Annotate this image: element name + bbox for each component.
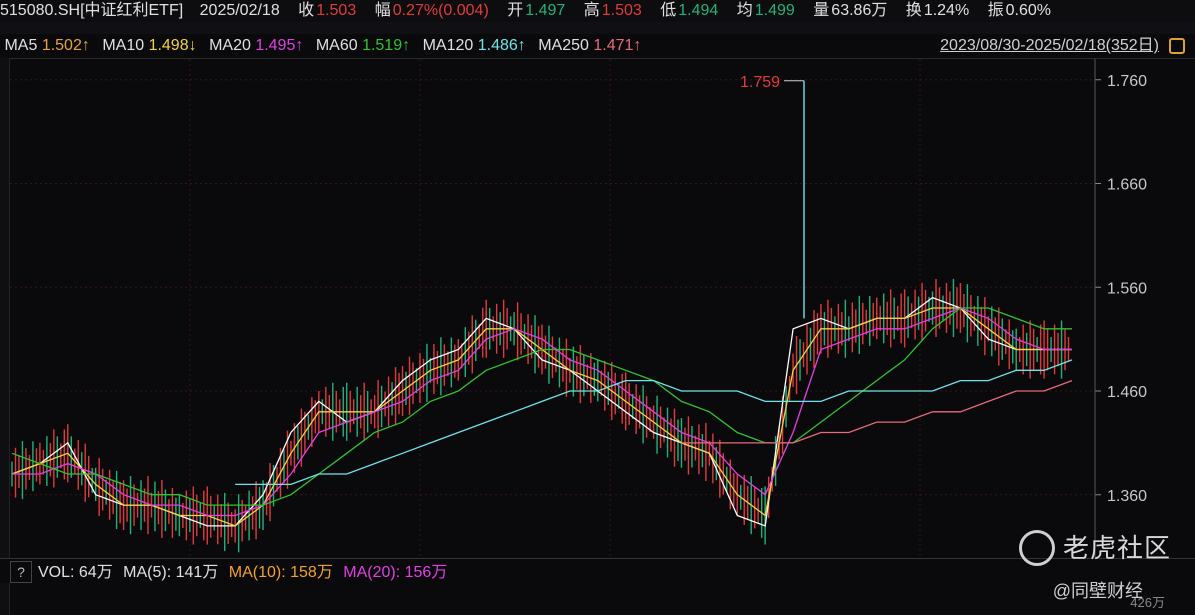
amplitude-label: 振 [987,2,1004,19]
brand-watermark: 老虎社区 [1018,528,1171,568]
settings-icon[interactable] [1169,38,1185,54]
ma-legend: MA5 1.502↑ MA10 1.498↓ MA20 1.495↑ MA60 … [0,34,1195,59]
quote-date: 2025/02/18 [199,2,280,19]
ma5-item: MA5 1.502↑ [4,37,90,54]
volume-legend: ? VOL: 64万 MA(5): 141万 MA(10): 158万 MA(20… [0,558,1195,583]
vol-ma20: MA(20): 156万 [343,564,448,581]
vol-axis-label: 426万 [1130,595,1165,610]
y-tick-label: 1.360 [1107,488,1147,505]
vol-ma10: MA(10): 158万 [228,564,333,581]
y-tick-label: 1.760 [1107,73,1147,90]
open-label: 开 [507,2,524,19]
low-value: 1.494 [678,2,719,19]
help-icon[interactable]: ? [10,561,32,583]
ma10-item: MA10 1.498↓ [102,37,197,54]
y-tick-label: 1.460 [1107,384,1147,401]
ma250-item: MA250 1.471↑ [538,37,642,54]
ma60-item: MA60 1.519↑ [315,37,411,54]
avg-label: 均 [736,2,753,19]
vol-ma5: MA(5): 141万 [123,564,219,581]
left-toolbar [0,58,10,615]
open-value: 1.497 [525,2,566,19]
amplitude-value: 0.60% [1005,2,1052,19]
period-toolbar [0,22,1195,34]
avg-value: 1.499 [754,2,795,19]
y-tick-label: 1.660 [1107,177,1147,194]
date-range[interactable]: 2023/08/30-2025/02/18(352日) [940,34,1159,58]
chg-label: 幅 [374,2,391,19]
y-tick-label: 1.560 [1107,280,1147,297]
close-value: 1.503 [316,2,357,19]
close-label: 收 [298,2,315,19]
turnover-value: 1.24% [923,2,970,19]
ma120-item: MA120 1.486↑ [422,37,526,54]
chg-value: 0.27%(0.004) [392,2,489,19]
high-label: 高 [583,2,600,19]
low-label: 低 [660,2,677,19]
high-value: 1.503 [601,2,642,19]
series-ma20-line [12,307,1072,517]
security-code[interactable]: 515080.SH[中证红利ETF] [0,2,183,19]
turnover-label: 换 [905,2,922,19]
max-label: 1.759 [740,74,780,91]
quote-header: 515080.SH[中证红利ETF] 2025/02/18 收 1.503 幅 0.… [0,0,1195,22]
vol-value: 63.86万 [831,2,888,19]
price-chart: 1.7601.6601.5601.4601.3601.7591.263 [10,59,1147,557]
ma20-item: MA20 1.495↑ [209,37,304,54]
vol-label: 量 [813,2,830,19]
tiger-logo-icon [1018,530,1055,567]
vol-value: VOL: 64万 [38,564,113,581]
brand-text: 老虎社区 [1062,533,1171,563]
